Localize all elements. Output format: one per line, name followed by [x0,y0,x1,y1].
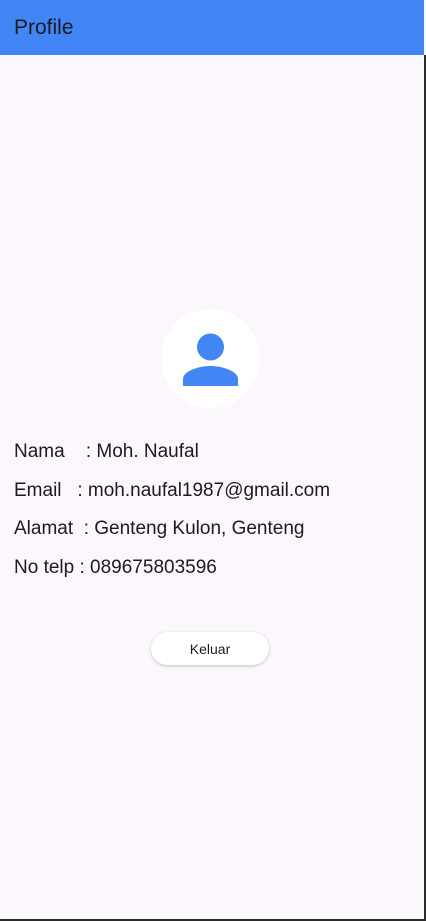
telp-label: No telp [14,557,80,578]
email-value: : moh.naufal1987@gmail.com [77,480,331,501]
avatar [161,309,260,408]
person-icon [183,333,238,386]
logout-button[interactable]: Keluar [151,632,269,665]
nama-value: : Moh. Naufal [85,441,199,462]
profile-row-email: Email : moh.naufal1987@gmail.com [14,479,330,503]
nama-label: Nama [14,441,86,462]
telp-value: : 089675803596 [79,557,217,578]
profile-row-alamat: Alamat : Genteng Kulon, Genteng [14,517,304,541]
profile-row-nama: Nama : Moh. Naufal [14,440,199,464]
alamat-value: : Genteng Kulon, Genteng [83,518,305,539]
page-title: Profile [14,15,74,39]
alamat-label: Alamat [14,518,84,539]
profile-row-telp: No telp : 089675803596 [14,556,217,580]
app-bar: Profile [0,0,424,55]
email-label: Email [14,480,78,501]
